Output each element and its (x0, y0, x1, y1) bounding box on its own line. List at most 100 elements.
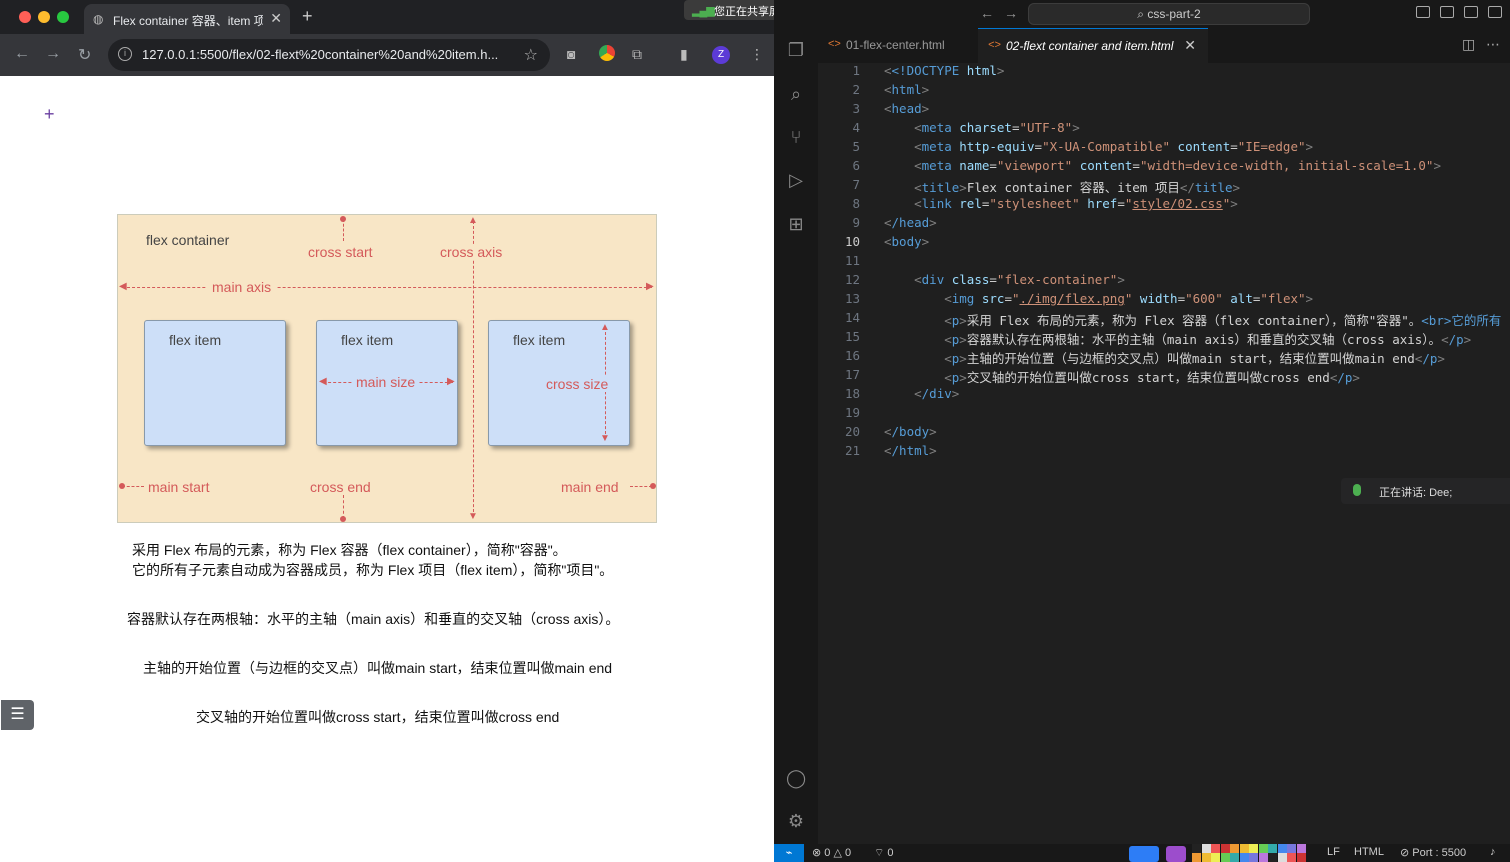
main-axis-line (122, 287, 652, 288)
source-control-icon[interactable]: ⑂ (786, 127, 806, 147)
reload-icon[interactable]: ↻ (78, 45, 91, 65)
code-line-12: <div class="flex-container"> (914, 272, 1125, 287)
kebab-menu-icon[interactable]: ⋮ (750, 46, 764, 63)
line-number: 9 (852, 215, 860, 230)
line-number: 5 (852, 139, 860, 154)
diagram-label-main-end: main end (561, 479, 619, 495)
color-palette (1192, 844, 1306, 862)
address-bar[interactable]: i 127.0.0.1:5500/flex/02-flext%20contain… (108, 39, 550, 71)
color-swatch[interactable] (1277, 844, 1287, 853)
flex-item-label: flex item (341, 332, 394, 348)
editor-tab-bar: <> 01-flex-center.html <> 02-flext conta… (818, 28, 1510, 63)
customize-layout-icon[interactable] (1488, 6, 1502, 18)
globe-icon: ◍ (93, 12, 104, 26)
extensions-icon[interactable]: ⊞ (786, 214, 806, 234)
new-tab-button[interactable]: + (302, 6, 313, 27)
color-swatch[interactable] (1192, 844, 1201, 853)
color-swatch[interactable] (1287, 844, 1296, 853)
explorer-files-icon[interactable]: ❐ (786, 40, 806, 60)
run-debug-icon[interactable]: ▷ (786, 170, 806, 190)
color-swatch[interactable] (1249, 844, 1258, 853)
account-icon[interactable]: ◯ (786, 768, 806, 788)
browser-tab-bar: ◍ Flex container 容器、item 项目 ✕ + (0, 0, 774, 34)
editor-tab-01-flex-center[interactable]: <> 01-flex-center.html (818, 28, 978, 63)
code-line-7: <title>Flex container 容器、item 项目</title> (914, 180, 1241, 195)
color-swatch[interactable] (1230, 853, 1239, 862)
extensions-puzzle-icon[interactable]: ⧉ (632, 46, 642, 63)
search-icon[interactable]: ⌕ (786, 84, 806, 104)
profile-avatar[interactable]: Z (712, 46, 730, 64)
color-swatch[interactable] (1211, 844, 1220, 853)
line-number: 21 (844, 443, 860, 458)
line-number: 7 (852, 177, 860, 192)
code-line-5: <meta http-equiv="X-UA-Compatible" conte… (914, 139, 1314, 154)
color-swatch[interactable] (1296, 844, 1306, 853)
color-swatch[interactable] (1239, 853, 1249, 862)
code-line-16: <p>主轴的开始位置（与边框的交叉点）叫做main start，结束位置叫做ma… (944, 351, 1445, 366)
color-swatch[interactable] (1192, 853, 1201, 862)
color-swatch[interactable] (1249, 853, 1258, 862)
color-swatch-purple[interactable] (1166, 846, 1186, 862)
close-icon[interactable]: ✕ (1184, 37, 1196, 54)
paragraph-3: 主轴的开始位置（与边框的交叉点）叫做main start，结束位置叫做main … (143, 660, 613, 676)
side-panel-icon[interactable]: ▮ (680, 46, 688, 63)
error-count[interactable]: ⊗ 0 △ 0 (812, 846, 851, 859)
flex-item-box-1: flex item (144, 320, 286, 446)
color-swatch[interactable] (1268, 844, 1277, 853)
remote-icon[interactable]: ⌁ (774, 844, 804, 862)
color-swatch-active[interactable] (1129, 846, 1159, 862)
close-icon[interactable]: ✕ (270, 10, 282, 27)
site-info-icon[interactable]: i (118, 47, 132, 61)
cross-axis-top-arrow: ▲ (468, 215, 478, 226)
forward-arrow-icon[interactable]: → (1004, 5, 1018, 21)
color-swatch[interactable] (1287, 853, 1296, 862)
ports-count[interactable]: ⌔ 0 (874, 846, 894, 860)
more-actions-icon[interactable]: ⋯ (1486, 36, 1500, 53)
code-line-18: </div> (914, 386, 960, 401)
window-zoom-button[interactable] (57, 11, 69, 23)
toggle-sidebar-icon[interactable] (1416, 6, 1430, 18)
url-text[interactable]: 127.0.0.1:5500/flex/02-flext%20container… (142, 47, 517, 62)
toc-list-icon[interactable]: ☰ (1, 700, 34, 730)
color-swatch[interactable] (1201, 844, 1211, 853)
language-mode[interactable]: HTML (1354, 846, 1384, 858)
main-start-dot (119, 483, 125, 489)
paragraph-2: 容器默认存在两根轴：水平的主轴（main axis）和垂直的交叉轴（cross … (127, 611, 620, 627)
diagram-label-cross-size: cross size (544, 376, 611, 392)
forward-arrow-icon[interactable]: → (45, 45, 61, 63)
color-swatch[interactable] (1239, 844, 1249, 853)
color-swatch[interactable] (1277, 853, 1287, 862)
color-swatch[interactable] (1220, 853, 1230, 862)
color-swatch[interactable] (1220, 844, 1230, 853)
color-swatch[interactable] (1201, 853, 1211, 862)
window-minimize-button[interactable] (38, 11, 50, 23)
color-swatch[interactable] (1296, 853, 1306, 862)
bookmark-star-icon[interactable]: ☆ (524, 45, 538, 65)
chrome-extension-icon[interactable] (599, 45, 615, 61)
settings-gear-icon[interactable]: ⚙ (786, 811, 806, 831)
color-swatch[interactable] (1258, 844, 1268, 853)
notifications-bell-icon[interactable]: ♪ (1490, 846, 1496, 858)
color-swatch[interactable] (1230, 844, 1239, 853)
back-arrow-icon[interactable]: ← (14, 45, 30, 63)
back-arrow-icon[interactable]: ← (980, 5, 994, 21)
code-editor[interactable]: 1 2 3 4 5 6 7 8 9 10 11 12 13 14 15 16 17 18 19 20 21 <<!DOC… (818, 63, 1510, 844)
editor-tab-02-flext-container[interactable]: <> 02-flext container and item.html ✕ (978, 28, 1208, 63)
browser-tab-active[interactable]: ◍ Flex container 容器、item 项目 ✕ (84, 4, 290, 34)
toggle-secondary-sidebar-icon[interactable] (1464, 6, 1478, 18)
code-line-13: <img src="./img/flex.png" width="600" al… (944, 291, 1314, 306)
cross-end-dot (340, 516, 346, 522)
color-swatch[interactable] (1211, 853, 1220, 862)
line-number: 13 (844, 291, 860, 306)
window-close-button[interactable] (19, 11, 31, 23)
eol-indicator[interactable]: LF (1327, 846, 1340, 858)
command-center-search[interactable]: ⌕ css-part-2 (1028, 3, 1310, 25)
line-number: 17 (844, 367, 860, 382)
camera-icon[interactable]: ◙ (567, 46, 575, 62)
toggle-panel-icon[interactable] (1440, 6, 1454, 18)
split-editor-icon[interactable]: ◫ (1462, 36, 1475, 53)
live-server-port[interactable]: ⊘ Port : 5500 (1400, 846, 1466, 859)
microphone-icon (1353, 484, 1361, 496)
color-swatch[interactable] (1268, 853, 1277, 862)
color-swatch[interactable] (1258, 853, 1268, 862)
